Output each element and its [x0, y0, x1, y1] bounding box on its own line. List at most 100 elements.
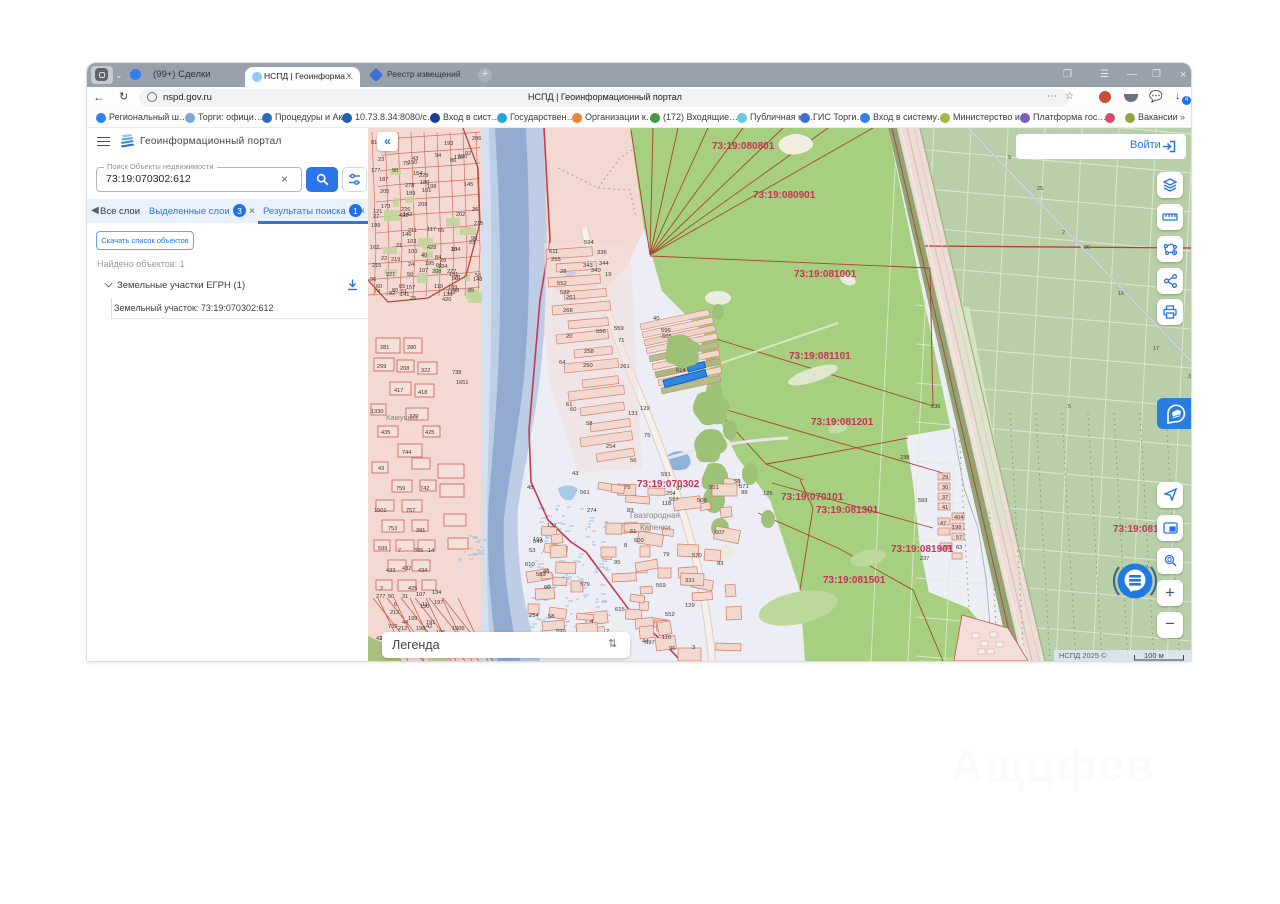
svg-text:162: 162	[370, 245, 379, 251]
svg-text:95: 95	[614, 560, 620, 566]
svg-text:60: 60	[376, 284, 382, 290]
svg-text:50: 50	[388, 594, 394, 600]
svg-text:73:19:081101: 73:19:081101	[789, 351, 851, 362]
svg-text:30: 30	[942, 485, 948, 491]
svg-text:594: 594	[584, 240, 594, 246]
svg-text:25: 25	[1037, 186, 1043, 192]
svg-text:190: 190	[420, 604, 429, 610]
svg-text:47: 47	[940, 521, 946, 527]
svg-text:96: 96	[471, 236, 477, 242]
svg-text:237: 237	[920, 556, 929, 562]
svg-text:236: 236	[931, 404, 940, 410]
svg-text:599: 599	[378, 546, 387, 552]
svg-text:60: 60	[544, 585, 550, 591]
svg-text:71: 71	[618, 338, 624, 344]
svg-text:27: 27	[373, 214, 379, 220]
svg-text:131: 131	[628, 411, 638, 417]
svg-text:24: 24	[408, 262, 414, 268]
svg-text:277: 277	[447, 269, 456, 275]
svg-text:5: 5	[1068, 404, 1071, 410]
svg-text:190: 190	[458, 154, 467, 160]
svg-text:51: 51	[401, 289, 407, 295]
svg-text:60: 60	[570, 407, 576, 413]
svg-text:53: 53	[529, 548, 535, 554]
svg-text:33: 33	[1188, 374, 1191, 380]
svg-text:428: 428	[427, 245, 436, 251]
svg-text:103: 103	[407, 239, 416, 245]
svg-text:43: 43	[412, 156, 418, 162]
svg-text:391: 391	[416, 528, 425, 534]
svg-text:250: 250	[583, 363, 593, 369]
svg-text:2: 2	[1062, 230, 1065, 236]
svg-text:177: 177	[371, 168, 380, 174]
svg-text:3: 3	[692, 645, 695, 651]
svg-text:58: 58	[586, 421, 592, 427]
svg-text:43: 43	[378, 466, 384, 472]
svg-text:254: 254	[529, 613, 539, 619]
svg-text:100: 100	[408, 249, 417, 255]
svg-text:29: 29	[942, 475, 948, 481]
svg-text:57: 57	[956, 535, 962, 541]
svg-text:607: 607	[715, 530, 725, 536]
svg-text:40: 40	[653, 316, 659, 322]
svg-text:509: 509	[697, 498, 707, 504]
svg-text:112: 112	[447, 290, 456, 296]
svg-text:2: 2	[380, 586, 383, 592]
svg-text:420: 420	[442, 297, 451, 303]
svg-text:211: 211	[408, 228, 417, 234]
svg-text:322: 322	[421, 368, 430, 374]
svg-text:82: 82	[389, 291, 395, 297]
svg-text:20: 20	[566, 334, 572, 340]
svg-text:213: 213	[390, 610, 399, 616]
svg-text:305: 305	[414, 548, 423, 554]
svg-text:73:19:080901: 73:19:080901	[753, 190, 816, 201]
svg-text:205: 205	[380, 189, 389, 195]
svg-text:261: 261	[620, 364, 630, 370]
svg-text:110: 110	[434, 284, 443, 290]
svg-text:561: 561	[580, 490, 590, 496]
svg-text:432: 432	[402, 566, 411, 572]
svg-text:418: 418	[418, 390, 427, 396]
svg-text:63: 63	[956, 545, 962, 551]
svg-text:559: 559	[614, 326, 624, 332]
svg-text:579: 579	[580, 582, 590, 588]
svg-text:56: 56	[734, 479, 740, 485]
svg-text:31: 31	[396, 243, 402, 249]
svg-text:26: 26	[472, 207, 478, 213]
svg-text:44: 44	[642, 639, 649, 645]
svg-text:753: 753	[388, 526, 397, 532]
svg-text:219: 219	[391, 257, 400, 263]
svg-text:591: 591	[661, 472, 671, 478]
svg-text:1330: 1330	[371, 409, 383, 415]
svg-text:569: 569	[656, 583, 666, 589]
svg-text:22: 22	[381, 256, 387, 262]
svg-text:404: 404	[954, 515, 963, 521]
svg-text:90: 90	[392, 168, 398, 174]
svg-text:23: 23	[378, 157, 384, 163]
svg-text:744: 744	[402, 450, 411, 456]
svg-text:134: 134	[438, 264, 447, 270]
svg-text:17: 17	[1153, 346, 1159, 352]
svg-text:277: 277	[376, 594, 385, 600]
svg-text:28: 28	[560, 269, 566, 275]
svg-text:336: 336	[597, 250, 607, 256]
svg-text:110: 110	[662, 635, 671, 641]
svg-text:101: 101	[422, 188, 431, 194]
svg-text:611: 611	[549, 249, 558, 255]
svg-text:570: 570	[692, 553, 702, 559]
svg-text:759: 759	[396, 486, 405, 492]
svg-text:173: 173	[381, 204, 390, 210]
svg-text:1501: 1501	[374, 508, 386, 514]
svg-text:85: 85	[468, 288, 474, 294]
svg-text:40: 40	[421, 253, 427, 259]
svg-text:258: 258	[584, 349, 594, 355]
svg-text:299: 299	[377, 364, 386, 370]
svg-text:208: 208	[400, 366, 409, 372]
svg-text:75: 75	[403, 161, 409, 167]
svg-text:56: 56	[475, 273, 481, 279]
svg-text:73:19:081: 73:19:081	[1113, 524, 1159, 535]
svg-text:593: 593	[918, 498, 927, 504]
svg-text:557: 557	[669, 497, 679, 503]
svg-text:215: 215	[372, 263, 381, 269]
svg-text:26: 26	[1084, 245, 1090, 251]
